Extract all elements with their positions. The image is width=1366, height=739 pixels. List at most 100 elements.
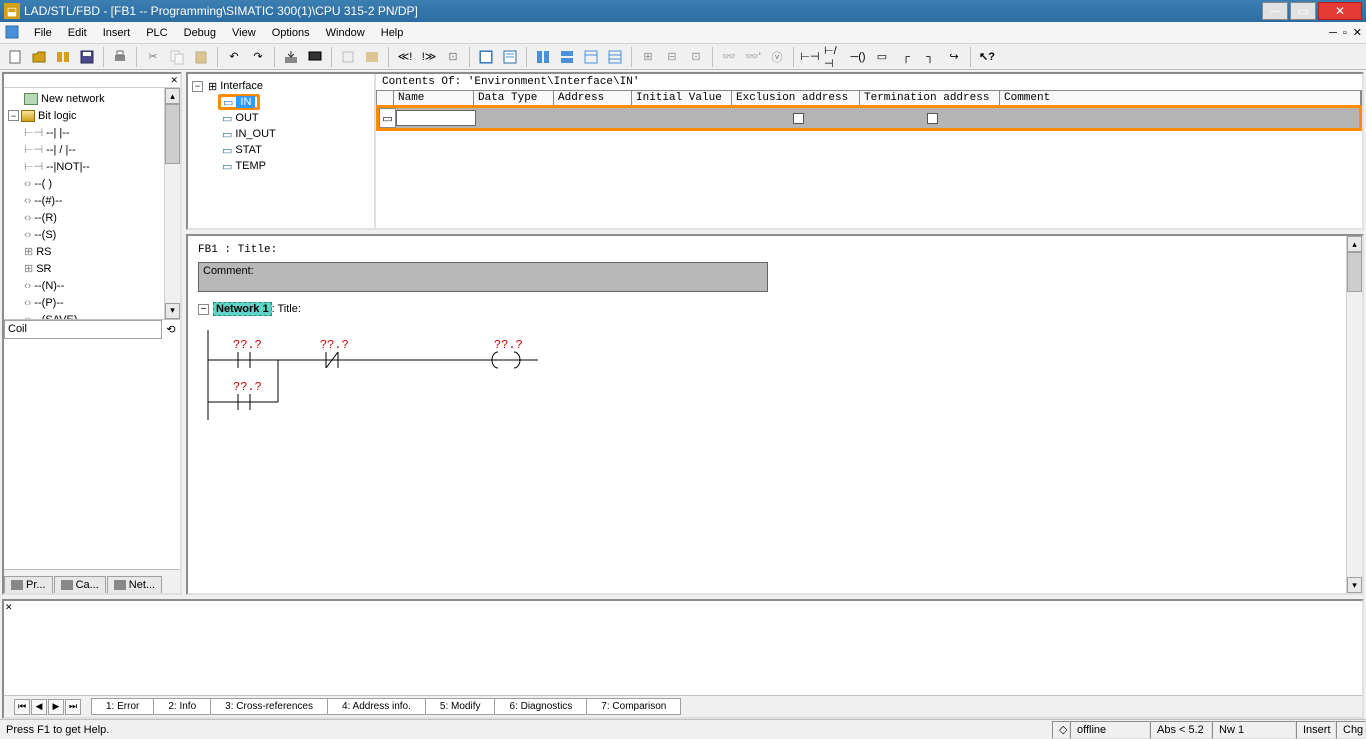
tab-diag[interactable]: 6: Diagnostics <box>494 698 587 715</box>
redo-icon[interactable]: ↷ <box>247 46 269 68</box>
interface-tree[interactable]: −⊞ Interface ▭IN ▭OUT ▭IN_OUT ▭STAT ▭TEM… <box>188 74 376 228</box>
mdi-close-icon[interactable]: ✕ <box>1353 26 1362 39</box>
reference-icon[interactable] <box>337 46 359 68</box>
tab-addr[interactable]: 4: Address info. <box>327 698 426 715</box>
coil-icon[interactable]: ─() <box>847 46 869 68</box>
tree-item[interactable]: ‹›--(R) <box>6 209 162 226</box>
tree-item[interactable]: ‹›--(P)-- <box>6 294 162 311</box>
help-context-icon[interactable]: ↖? <box>976 46 998 68</box>
if-in[interactable]: ▭IN <box>218 94 260 110</box>
cell-name-input[interactable] <box>396 110 476 126</box>
tree-item[interactable]: ‹›--(N)-- <box>6 277 162 294</box>
print-icon[interactable] <box>109 46 131 68</box>
block-icon[interactable] <box>361 46 383 68</box>
tab-info[interactable]: 2: Info <box>153 698 211 715</box>
network-label[interactable]: Network 1 <box>213 302 272 316</box>
editor-scrollbar-y[interactable]: ▴ ▾ <box>1346 236 1362 593</box>
contact-no-icon[interactable]: ⊢⊣ <box>799 46 821 68</box>
termination-checkbox[interactable] <box>927 113 938 124</box>
glasses-icon[interactable]: 👓 <box>718 46 740 68</box>
network-collapse-icon[interactable]: − <box>198 304 209 315</box>
monitor-icon[interactable] <box>304 46 326 68</box>
overview-icon[interactable] <box>475 46 497 68</box>
menu-debug[interactable]: Debug <box>176 25 224 41</box>
tree-item[interactable]: ‹›--(SAVE) <box>6 311 162 319</box>
save-icon[interactable] <box>76 46 98 68</box>
maximize-button[interactable]: ▭ <box>1290 2 1316 20</box>
menu-plc[interactable]: PLC <box>138 25 175 41</box>
scroll-up-icon[interactable]: ▴ <box>1347 236 1362 252</box>
minimize-button[interactable]: ─ <box>1262 2 1288 20</box>
paste-icon[interactable] <box>190 46 212 68</box>
menu-options[interactable]: Options <box>264 25 318 41</box>
menu-help[interactable]: Help <box>373 25 412 41</box>
contact-nc-icon[interactable]: ⊢/⊣ <box>823 46 845 68</box>
templates-icon[interactable] <box>52 46 74 68</box>
if-temp[interactable]: ▭TEMP <box>222 158 370 174</box>
view3-icon[interactable] <box>580 46 602 68</box>
copy-icon[interactable] <box>166 46 188 68</box>
menu-view[interactable]: View <box>224 25 264 41</box>
find-icon[interactable]: ⊡ <box>442 46 464 68</box>
table-row[interactable]: ▭ <box>379 108 1359 128</box>
left-close-icon[interactable]: ✕ <box>170 75 178 86</box>
t1-icon[interactable]: ⊞ <box>637 46 659 68</box>
tab-call[interactable]: Ca... <box>54 576 106 593</box>
conn-icon[interactable]: ↪ <box>943 46 965 68</box>
tab-first-icon[interactable]: ⏮ <box>14 699 30 715</box>
scroll-down-icon[interactable]: ▾ <box>165 303 180 319</box>
tab-prev-icon[interactable]: ◀ <box>31 699 47 715</box>
comment-box[interactable]: Comment: <box>198 262 768 292</box>
menu-insert[interactable]: Insert <box>95 25 139 41</box>
tab-error[interactable]: 1: Error <box>91 698 154 715</box>
tree-scrollbar[interactable]: ▴ ▾ <box>164 88 180 319</box>
tree-item[interactable]: ⊞RS <box>6 243 162 260</box>
tab-cross[interactable]: 3: Cross-references <box>210 698 328 715</box>
exclusion-checkbox[interactable] <box>793 113 804 124</box>
filter-input[interactable] <box>4 320 162 339</box>
menu-file[interactable]: File <box>26 25 60 41</box>
if-root[interactable]: −⊞ Interface <box>192 78 370 94</box>
scroll-up-icon[interactable]: ▴ <box>165 88 180 104</box>
ladder-diagram[interactable]: ??.? ??.? ??.? ??.? <box>198 330 598 430</box>
mdi-restore-icon[interactable]: ▫ <box>1343 27 1347 39</box>
if-stat[interactable]: ▭STAT <box>222 142 370 158</box>
close-button[interactable]: ✕ <box>1318 2 1362 20</box>
filter-reset-icon[interactable]: ⟲ <box>162 320 180 339</box>
tree-item[interactable]: ⊞SR <box>6 260 162 277</box>
tab-last-icon[interactable]: ⏭ <box>65 699 81 715</box>
scroll-down-icon[interactable]: ▾ <box>1347 577 1362 593</box>
new-icon[interactable] <box>4 46 26 68</box>
goto-next-icon[interactable]: !≫ <box>418 46 440 68</box>
tab-program[interactable]: Pr... <box>4 576 53 593</box>
network-header[interactable]: − Network 1 : Title: <box>198 302 1352 316</box>
cut-icon[interactable]: ✂ <box>142 46 164 68</box>
output-close-icon[interactable]: ✕ <box>5 602 15 612</box>
tab-next-icon[interactable]: ▶ <box>48 699 64 715</box>
var-icon[interactable]: ⓥ <box>766 46 788 68</box>
tab-comp[interactable]: 7: Comparison <box>586 698 681 715</box>
tree-item[interactable]: ⊢⊣--|NOT|-- <box>6 158 162 175</box>
branch-close-icon[interactable]: ┐ <box>919 46 941 68</box>
box-icon[interactable]: ▭ <box>871 46 893 68</box>
goto-prev-icon[interactable]: ≪! <box>394 46 416 68</box>
menu-window[interactable]: Window <box>318 25 373 41</box>
view2-icon[interactable] <box>556 46 578 68</box>
if-out[interactable]: ▭OUT <box>222 110 370 126</box>
t3-icon[interactable]: ⊡ <box>685 46 707 68</box>
mdi-minimize-icon[interactable]: ─ <box>1329 27 1337 39</box>
tab-network[interactable]: Net... <box>107 576 162 593</box>
detail-icon[interactable] <box>499 46 521 68</box>
tree-bit-logic[interactable]: − Bit logic <box>6 107 162 124</box>
menu-edit[interactable]: Edit <box>60 25 95 41</box>
tree-item[interactable]: ‹›--(#)-- <box>6 192 162 209</box>
instruction-tree[interactable]: New network − Bit logic ⊢⊣--| |-- ⊢⊣--| … <box>4 88 164 319</box>
tree-item[interactable]: ⊢⊣--| / |-- <box>6 141 162 158</box>
open-icon[interactable] <box>28 46 50 68</box>
tree-item[interactable]: ‹›--(S) <box>6 226 162 243</box>
glasses2-icon[interactable]: 👓' <box>742 46 764 68</box>
undo-icon[interactable]: ↶ <box>223 46 245 68</box>
editor-pane[interactable]: FB1 : Title: Comment: − Network 1 : Titl… <box>186 234 1364 595</box>
tab-modify[interactable]: 5: Modify <box>425 698 496 715</box>
tree-new-network[interactable]: New network <box>6 90 162 107</box>
